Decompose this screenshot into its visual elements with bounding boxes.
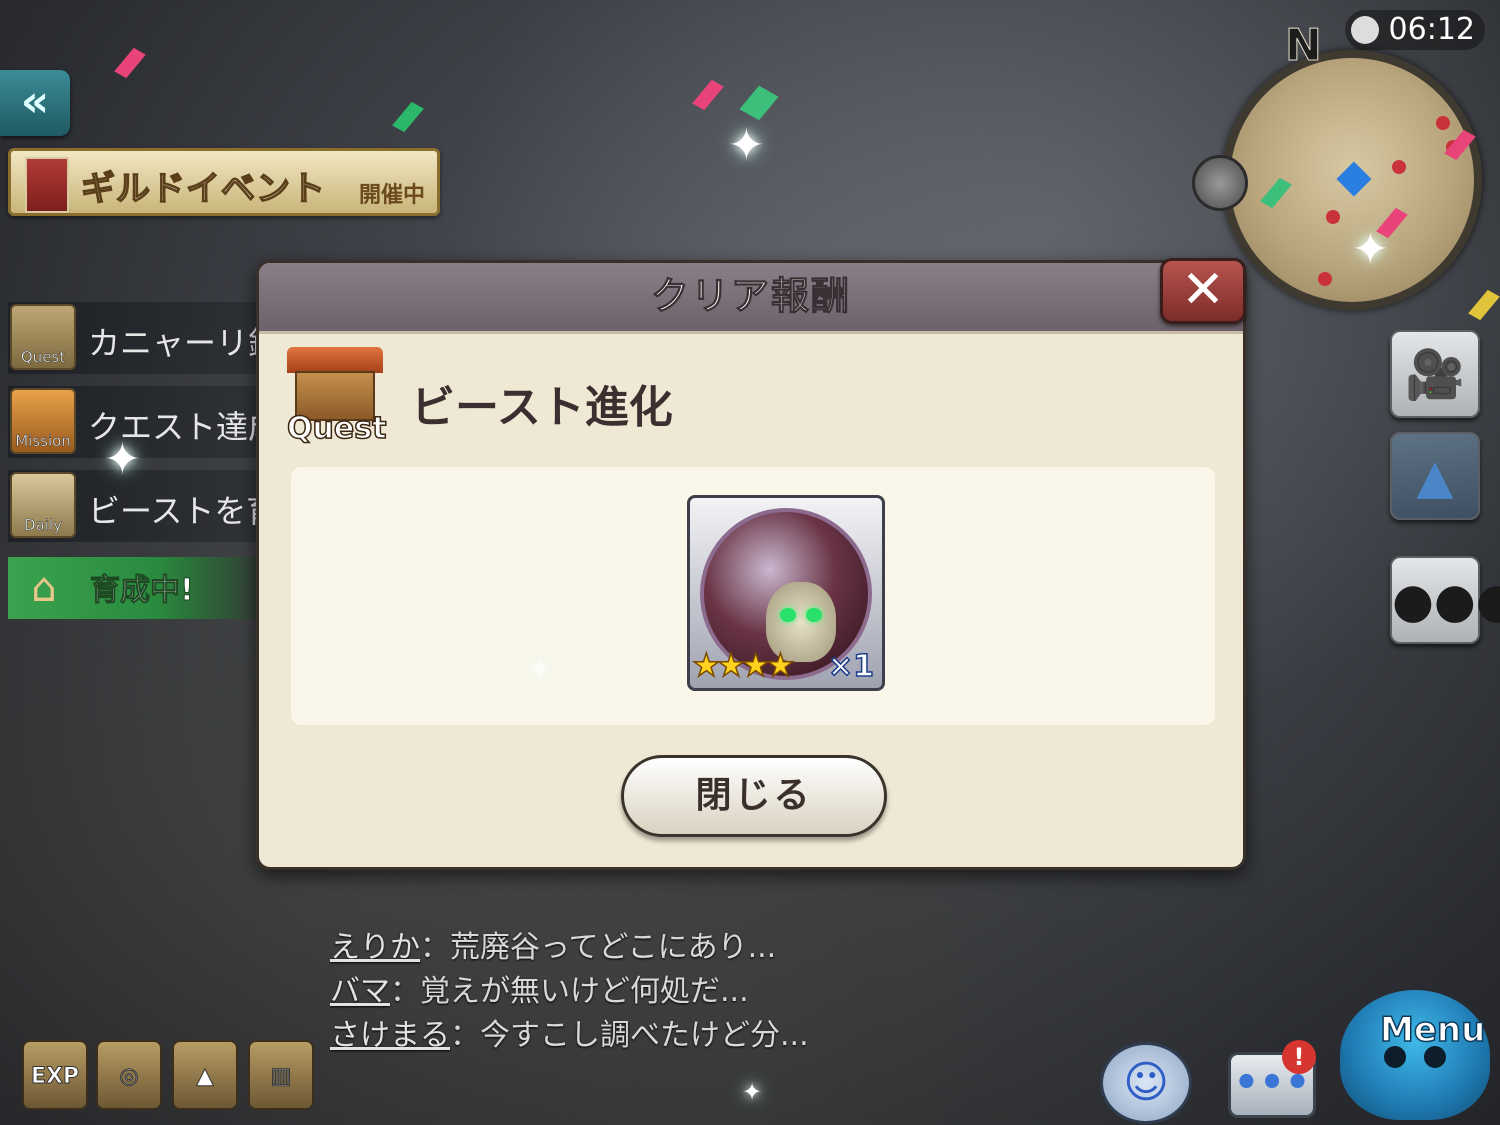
emote-button[interactable]: ☺	[1100, 1042, 1192, 1124]
map-enemy-dot	[1436, 116, 1450, 130]
side-icon-label: Daily	[24, 516, 62, 535]
reward-item-card[interactable]: ★★★★ ×1	[687, 495, 885, 691]
party-icon: ●●●	[1392, 573, 1500, 629]
ranch-icon: ⌂	[31, 565, 57, 611]
chat-line: バマ：覚えが無いけど何処だ...	[330, 966, 890, 1010]
skull-eye	[780, 608, 796, 622]
sparkle-effect: ✦	[528, 653, 552, 686]
side-icon-label: Mission	[15, 432, 71, 451]
chat-line: さけまる：今すこし調べたけど分...	[330, 1010, 890, 1054]
quest-icon-roof	[287, 347, 383, 373]
map-enemy-dot	[1392, 160, 1406, 174]
chat-user-name[interactable]: えりか	[330, 930, 420, 965]
map-enemy-dot	[1318, 272, 1332, 286]
guild-event-banner[interactable]: ギルドイベント 開催中	[8, 148, 440, 216]
reward-dialog: クリア報酬 Quest ビースト進化 ★★★★ ×1 閉じる	[256, 260, 1246, 870]
drop-boost-button[interactable]: ▲	[172, 1040, 238, 1110]
close-button[interactable]: 閉じる	[621, 755, 887, 837]
skull-eye	[806, 608, 822, 622]
camera-icon: 🎥	[1405, 347, 1465, 403]
chat-log[interactable]: えりか：荒廃谷ってどこにあり... バマ：覚えが無いけど何処だ... さけまる：…	[330, 922, 890, 1054]
side-item-quest[interactable]: Quest カニャーリ鉱	[8, 302, 270, 374]
auto-button[interactable]: ▲	[1390, 432, 1480, 520]
map-enemy-dot	[1326, 210, 1340, 224]
daily-icon: Daily	[10, 472, 76, 538]
camera-button[interactable]: 🎥	[1390, 330, 1480, 418]
guild-event-title: ギルドイベント	[80, 168, 326, 210]
growing-status-text: 育成中!	[90, 573, 195, 609]
mission-name: ビースト進化	[411, 382, 673, 433]
clock: 06:12	[1345, 10, 1485, 50]
side-icon-label: Quest	[20, 348, 66, 367]
growing-status-button[interactable]: ⌂ 育成中!	[8, 557, 258, 619]
quest-icon: Quest	[286, 347, 387, 447]
clock-icon	[1351, 16, 1379, 44]
menu-label: Menu	[1379, 1009, 1486, 1051]
player-marker-icon: ◆	[1336, 148, 1372, 202]
chat-message: ：覚えが無いけど何処だ...	[390, 974, 749, 1009]
dialog-title: クリア報酬	[650, 274, 851, 319]
chat-user-name[interactable]: さけまる	[330, 1018, 450, 1053]
reward-quantity: ×1	[827, 648, 875, 685]
quest-icon-label: Quest	[286, 410, 387, 447]
back-button[interactable]: «	[0, 70, 70, 136]
reward-panel: ★★★★ ×1	[291, 467, 1215, 725]
cage-button[interactable]: ▥	[248, 1040, 314, 1110]
chat-message: ：荒廃谷ってどこにあり...	[420, 930, 777, 965]
map-toggle-button[interactable]	[1192, 155, 1248, 211]
dialog-header: クリア報酬	[259, 263, 1243, 334]
guild-flag-icon	[25, 157, 69, 213]
guild-event-status: 開催中	[358, 183, 425, 208]
chat-user-name[interactable]: バマ	[330, 974, 390, 1009]
star-rating: ★★★★	[691, 645, 795, 685]
cage-icon: ▥	[270, 1064, 292, 1090]
chat-alert-badge: !	[1282, 1040, 1316, 1074]
dialog-close-button[interactable]: ✕	[1160, 258, 1246, 324]
drop-boost-icon: ▲	[196, 1064, 214, 1090]
exp-boost-icon: EXP	[30, 1064, 80, 1090]
close-icon: ✕	[1181, 260, 1225, 320]
sparkle-effect: ✦	[742, 1078, 763, 1106]
side-item-text: ビーストを育	[88, 492, 268, 530]
quest-icon: Quest	[10, 304, 76, 370]
mission-icon: Mission	[10, 388, 76, 454]
exp-boost-button[interactable]: EXP	[22, 1040, 88, 1110]
smile-icon: ☺	[1123, 1057, 1169, 1108]
compass-north-label: N	[1285, 20, 1323, 72]
clock-time: 06:12	[1388, 12, 1475, 47]
chat-message: ：今すこし調べたけど分...	[450, 1018, 809, 1053]
sparkle-effect: ✦	[728, 120, 765, 171]
side-item-text: カニャーリ鉱	[88, 324, 268, 362]
sparkle-effect: ✦	[104, 434, 141, 485]
gold-boost-button[interactable]: ◎	[96, 1040, 162, 1110]
gold-boost-icon: ◎	[119, 1064, 139, 1090]
party-button[interactable]: ●●●	[1390, 556, 1500, 644]
auto-icon: ▲	[1416, 449, 1454, 505]
chat-line: えりか：荒廃谷ってどこにあり...	[330, 922, 890, 966]
